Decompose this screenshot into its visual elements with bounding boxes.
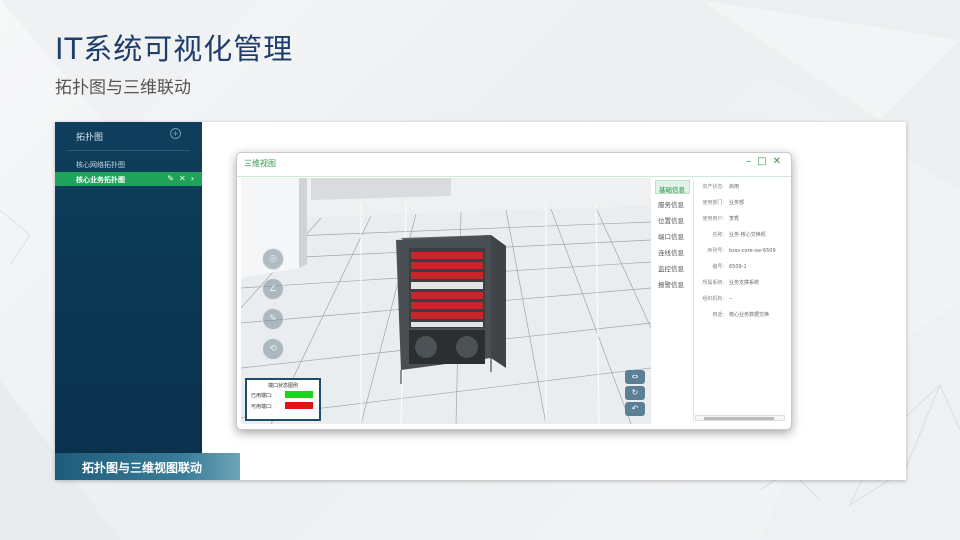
info-label: 编号: (712, 264, 724, 270)
sidebar-divider (67, 150, 190, 151)
info-row-serial: 序列号: bsss-core-sw-6509 (696, 247, 786, 254)
legend-label: 已用端口: (251, 393, 273, 399)
info-row-organization: 组织机构: -- (696, 295, 786, 302)
tab-basic-info[interactable]: 基础信息 (655, 180, 690, 194)
info-row-asset-status: 资产状态: 启用 (696, 183, 786, 190)
maximize-icon[interactable]: □ (757, 156, 766, 167)
info-row-user: 使用用户: 李秀 (696, 215, 786, 222)
tab-monitor-info[interactable]: 监控信息 (655, 260, 690, 274)
edit-icon[interactable]: ✎ (167, 174, 174, 183)
slide-title: IT系统可视化管理 (55, 32, 294, 66)
ruler-icon[interactable]: ✎ (262, 308, 284, 330)
info-value: 业务部 (729, 200, 745, 206)
topology-sidebar: 拓扑图 + 核心网络拓扑图 核心业务拓扑图 ✎ ✕ › (55, 122, 202, 480)
legend-row-available: 可用端口: (247, 400, 319, 411)
tab-service-info[interactable]: 服务信息 (655, 196, 690, 210)
info-value: 启用 (729, 184, 740, 190)
info-tabs: 基础信息 服务信息 位置信息 端口信息 连线信息 监控信息 报警信息 (655, 178, 693, 424)
info-label: 所属系统: (702, 280, 724, 286)
info-label: 用途: (712, 312, 724, 318)
scrollbar-thumb[interactable] (704, 417, 774, 420)
info-label: 使用部门: (702, 200, 724, 206)
info-label: 使用用户: (702, 216, 724, 222)
info-value: bsss-core-sw-6509 (729, 248, 776, 254)
info-label: 序列号: (707, 248, 724, 254)
tree-item-core-network[interactable]: 核心网络拓扑图 (55, 157, 202, 171)
info-divider (693, 181, 694, 421)
info-value: 李秀 (729, 216, 740, 222)
3d-scene-viewport[interactable]: ◎ ∠ ✎ ⟲ 端口状态图例 已用端口: 可用端口: ⇔ ↻ ↶ (241, 178, 651, 424)
orbit-icon[interactable]: ⟲ (262, 338, 284, 360)
expand-icon[interactable]: ⇔ (625, 370, 645, 384)
info-value: -- (729, 296, 733, 302)
legend-label: 可用端口: (251, 404, 273, 410)
info-value: 业务支撑系统 (729, 280, 760, 286)
info-row-department: 使用部门: 业务部 (696, 199, 786, 206)
back-icon[interactable]: ↶ (625, 402, 645, 416)
add-topology-icon[interactable]: + (170, 128, 181, 139)
compass-icon[interactable]: ◎ (262, 248, 284, 270)
legend-swatch-available (285, 402, 313, 409)
caption-banner: 拓扑图与三维视图联动 (55, 453, 240, 480)
info-label: 资产状态: (702, 184, 724, 190)
info-value: 6509-1 (729, 264, 747, 270)
tree-item-label: 核心业务拓扑图 (76, 176, 125, 184)
slide-subtitle: 拓扑图与三维联动 (55, 78, 191, 98)
tree-item-core-business[interactable]: 核心业务拓扑图 ✎ ✕ › (55, 172, 202, 186)
legend-row-used: 已用端口: (247, 389, 319, 400)
close-icon[interactable]: ✕ (179, 174, 186, 183)
rotate-icon[interactable]: ↻ (625, 386, 645, 400)
tree-item-label: 核心网络拓扑图 (76, 161, 125, 169)
tab-location-info[interactable]: 位置信息 (655, 212, 690, 226)
info-scrollbar[interactable] (695, 415, 785, 421)
info-row-system: 所属系统: 业务支撑系统 (696, 279, 786, 286)
window-title: 三维视图 (244, 159, 276, 168)
info-value: 业务-核心交换机 (729, 232, 766, 238)
tree-item-actions: ✎ ✕ › (162, 174, 194, 183)
title-divider (237, 176, 791, 177)
tab-connection-info[interactable]: 连线信息 (655, 244, 690, 258)
tab-port-info[interactable]: 端口信息 (655, 228, 690, 242)
minimize-icon[interactable]: – (746, 156, 751, 167)
info-value: 核心业务数据交换 (729, 312, 770, 318)
chevron-right-icon[interactable]: › (191, 174, 194, 183)
tab-alarm-info[interactable]: 报警信息 (655, 276, 690, 290)
port-status-legend: 端口状态图例 已用端口: 可用端口: (245, 378, 321, 421)
info-row-number: 编号: 6509-1 (696, 263, 786, 270)
info-row-name: 名称: 业务-核心交换机 (696, 231, 786, 238)
3d-view-window: 三维视图 – □ ✕ ◎ ∠ ✎ ⟲ 端口状态图例 已用端口: 可用端口: ⇔ … (236, 152, 792, 430)
legend-title: 端口状态图例 (267, 383, 298, 389)
app-screenshot: 拓扑图 + 核心网络拓扑图 核心业务拓扑图 ✎ ✕ › 拓扑图与三维视图联动 三维视… (55, 122, 906, 480)
close-icon[interactable]: ✕ (773, 156, 781, 167)
info-label: 组织机构: (702, 296, 724, 302)
window-controls: – □ ✕ (740, 156, 781, 167)
angle-icon[interactable]: ∠ (262, 278, 284, 300)
info-label: 名称: (712, 232, 724, 238)
info-row-purpose: 用途: 核心业务数据交换 (696, 311, 786, 318)
legend-swatch-used (285, 391, 313, 398)
